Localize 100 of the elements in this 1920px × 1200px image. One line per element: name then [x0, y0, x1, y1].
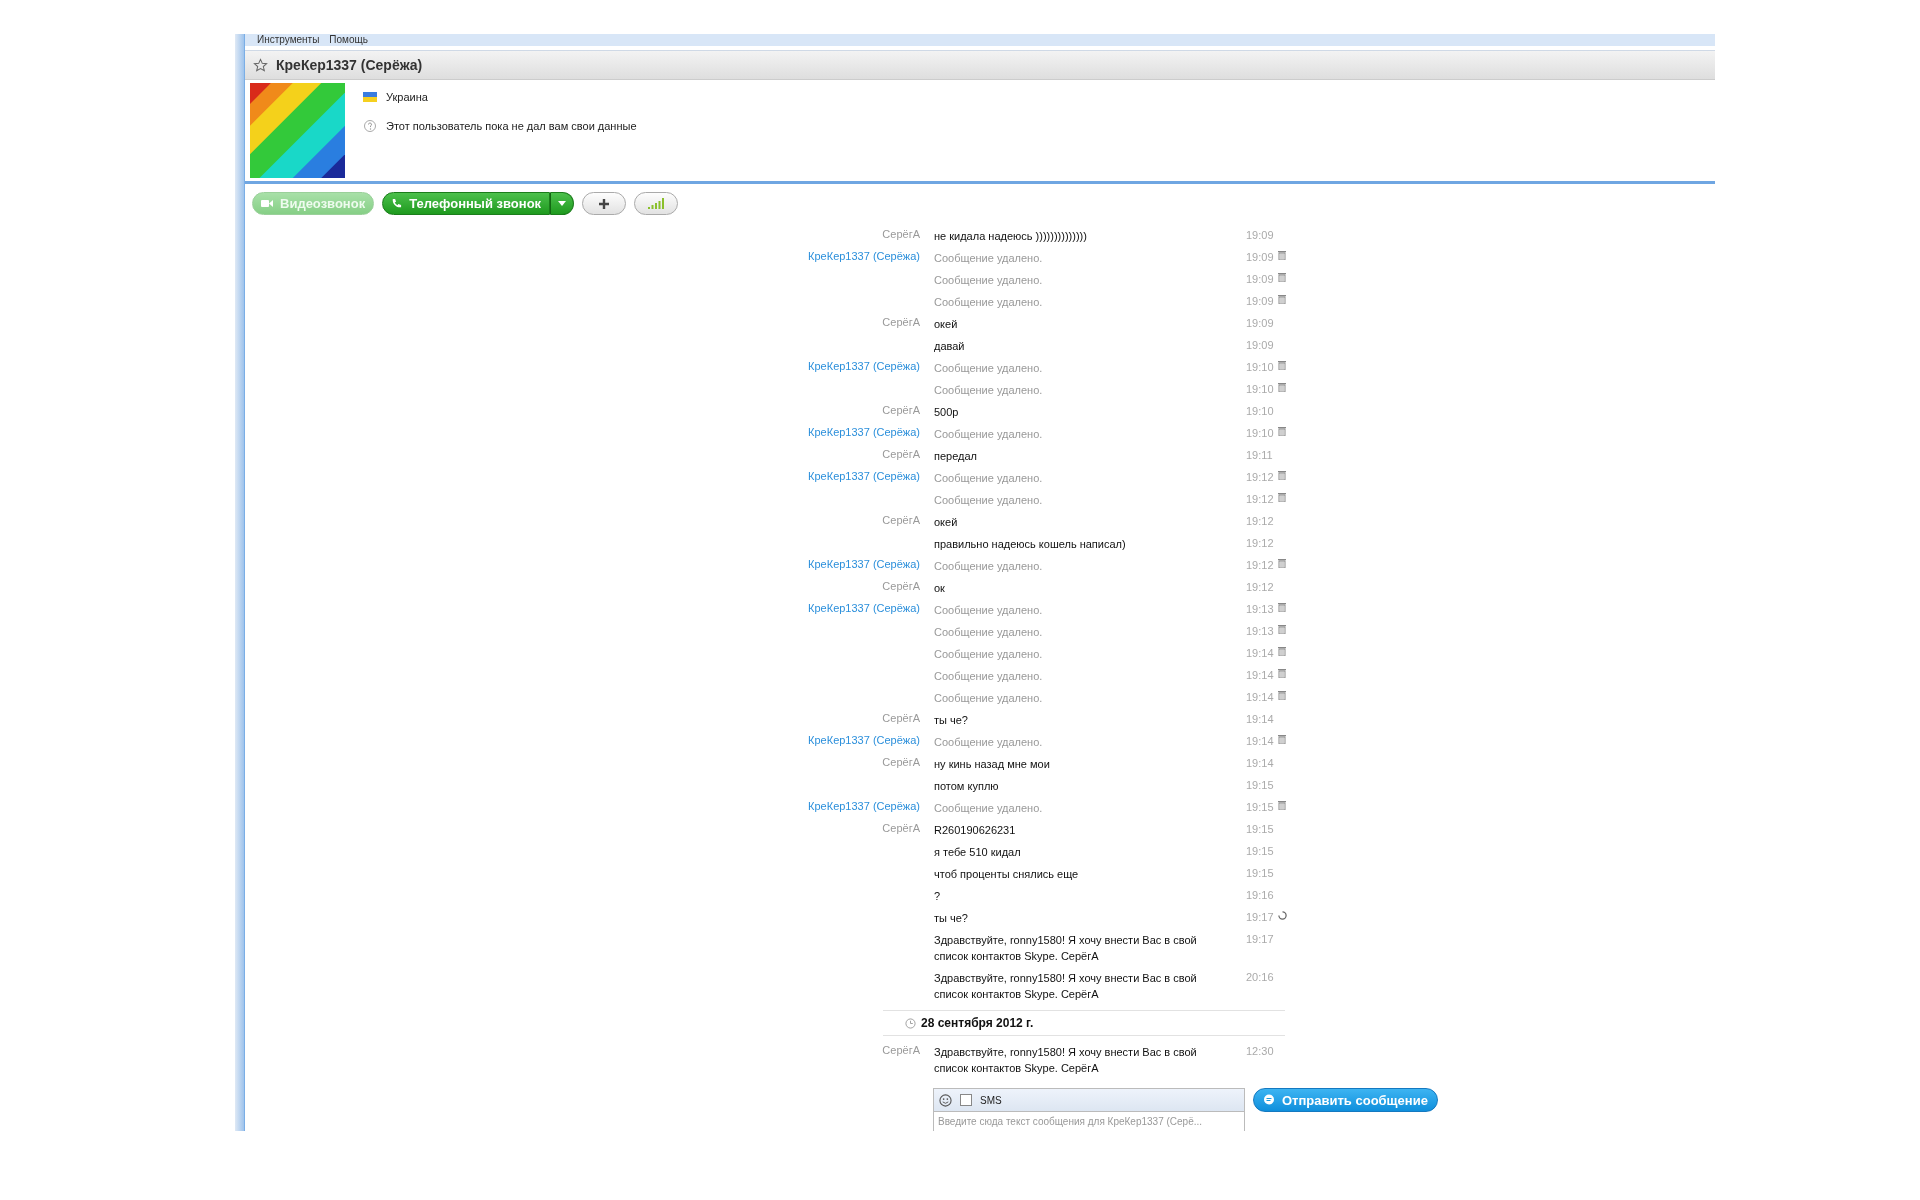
message-time: 19:14	[1246, 734, 1275, 747]
trash-icon	[1278, 295, 1286, 304]
message-time: 19:12	[1246, 580, 1275, 593]
profile-info: Этот пользователь пока не дал вам свои данные	[386, 120, 637, 132]
message-time: 19:14	[1246, 756, 1275, 769]
message-time: 19:10	[1246, 426, 1275, 439]
menu-item[interactable]: Инструменты	[257, 35, 320, 45]
dropdown-button[interactable]	[550, 192, 575, 215]
message-time: 19:14	[1246, 690, 1275, 703]
phone-call-button[interactable]: Телефонный звонок	[382, 192, 551, 215]
sender-name: СерёгА	[882, 822, 920, 834]
message-time: 19:12	[1246, 514, 1275, 527]
chat-bubble-icon	[1263, 1094, 1275, 1106]
message-text: Здравствуйте, ronny1580! Я хочу внести Вас в свой список контактов Skype. СерёгА	[934, 1045, 1198, 1076]
message-text: R260190626231	[934, 823, 1016, 838]
sender-name: СерёгА	[882, 756, 920, 768]
message-text: Сообщение удалено.	[934, 625, 1043, 640]
message-time: 19:17	[1246, 910, 1275, 923]
message-text: не кидала надеюсь ))))))))))))))	[934, 229, 1087, 244]
trash-icon	[1278, 361, 1286, 370]
smiley-icon[interactable]	[939, 1093, 952, 1107]
message-text: передал	[934, 449, 978, 464]
message-time: 19:13	[1246, 602, 1275, 615]
message-text: Сообщение удалено.	[934, 691, 1043, 706]
message-text: Сообщение удалено.	[934, 295, 1043, 310]
flag-icon	[363, 92, 377, 102]
message-text: давай	[934, 339, 965, 354]
message-text: Сообщение удалено.	[934, 735, 1043, 750]
message-text: Сообщение удалено.	[934, 251, 1043, 266]
star-icon[interactable]	[253, 57, 268, 73]
trash-icon	[1278, 691, 1286, 700]
message-text: окей	[934, 317, 958, 332]
message-text: 500р	[934, 405, 959, 420]
sender-name[interactable]: КреКер1337 (Серёжа)	[808, 250, 920, 262]
sender-name: СерёгА	[882, 316, 920, 328]
sender-name: СерёгА	[882, 712, 920, 724]
message-time: 19:15	[1246, 822, 1275, 835]
trash-icon	[1278, 383, 1286, 392]
message-time: 19:12	[1246, 492, 1275, 505]
message-time: 12:30	[1246, 1044, 1275, 1057]
trash-icon	[1278, 493, 1286, 502]
sender-name[interactable]: КреКер1337 (Серёжа)	[808, 602, 920, 614]
trash-icon	[1278, 735, 1286, 744]
message-input[interactable]: Введите сюда текст сообщения для КреКер1337 (Серё...	[933, 1112, 1245, 1131]
message-text: окей	[934, 515, 958, 530]
message-time: 19:09	[1246, 294, 1275, 307]
country-label: Украина	[386, 91, 428, 103]
add-button[interactable]	[582, 192, 627, 215]
message-time: 19:15	[1246, 778, 1275, 791]
message-text: Сообщение удалено.	[934, 383, 1043, 398]
menu-item[interactable]: Помощь	[329, 35, 368, 45]
message-time: 19:12	[1246, 470, 1275, 483]
message-text: ты че?	[934, 911, 968, 926]
message-text: Сообщение удалено.	[934, 493, 1043, 508]
message-time: 19:09	[1246, 338, 1275, 351]
clock-icon	[905, 1017, 916, 1029]
trash-icon	[1278, 471, 1286, 480]
phone-icon	[391, 198, 403, 209]
trash-icon	[1278, 625, 1286, 634]
message-text: ?	[934, 889, 941, 904]
message-time: 19:12	[1246, 558, 1275, 571]
message-time: 19:10	[1246, 360, 1275, 373]
message-time: 19:09	[1246, 228, 1275, 241]
sender-name[interactable]: КреКер1337 (Серёжа)	[808, 470, 920, 482]
sms-label: SMS	[980, 1094, 1002, 1106]
sender-name: СерёгА	[882, 1044, 920, 1056]
trash-icon	[1278, 427, 1286, 436]
message-text: ок	[934, 581, 945, 596]
message-text: я тебе 510 кидал	[934, 845, 1021, 860]
message-time: 19:14	[1246, 646, 1275, 659]
message-text: ты че?	[934, 713, 968, 728]
sender-name[interactable]: КреКер1337 (Серёжа)	[808, 734, 920, 746]
message-text: правильно надеюсь кошель написал)	[934, 537, 1126, 552]
message-time: 19:09	[1246, 316, 1275, 329]
trash-icon	[1278, 251, 1286, 260]
message-time: 19:10	[1246, 382, 1275, 395]
send-button[interactable]: Отправить сообщение	[1253, 1088, 1438, 1112]
message-text: Сообщение удалено.	[934, 603, 1043, 618]
sender-name: СерёгА	[882, 448, 920, 460]
camera-icon	[261, 199, 273, 208]
sender-name[interactable]: КреКер1337 (Серёжа)	[808, 558, 920, 570]
sender-name[interactable]: КреКер1337 (Серёжа)	[808, 800, 920, 812]
message-time: 19:09	[1246, 272, 1275, 285]
sender-name[interactable]: КреКер1337 (Серёжа)	[808, 426, 920, 438]
contact-name: КреКер1337 (Серёжа)	[276, 57, 423, 73]
trash-icon	[1278, 603, 1286, 612]
message-text: Сообщение удалено.	[934, 273, 1043, 288]
date-separator: 28 сентября 2012 г.	[921, 1016, 1034, 1030]
sms-checkbox[interactable]	[960, 1094, 972, 1106]
trash-icon	[1278, 669, 1286, 678]
message-text: чтоб проценты снялись еще	[934, 867, 1079, 882]
message-time: 19:17	[1246, 932, 1275, 945]
message-text: Сообщение удалено.	[934, 559, 1043, 574]
message-time: 19:14	[1246, 712, 1275, 725]
message-text: Сообщение удалено.	[934, 471, 1043, 486]
message-text: потом куплю	[934, 779, 999, 794]
message-text: Сообщение удалено.	[934, 361, 1043, 376]
message-text: Сообщение удалено.	[934, 647, 1043, 662]
plus-icon	[598, 197, 611, 210]
sender-name[interactable]: КреКер1337 (Серёжа)	[808, 360, 920, 372]
